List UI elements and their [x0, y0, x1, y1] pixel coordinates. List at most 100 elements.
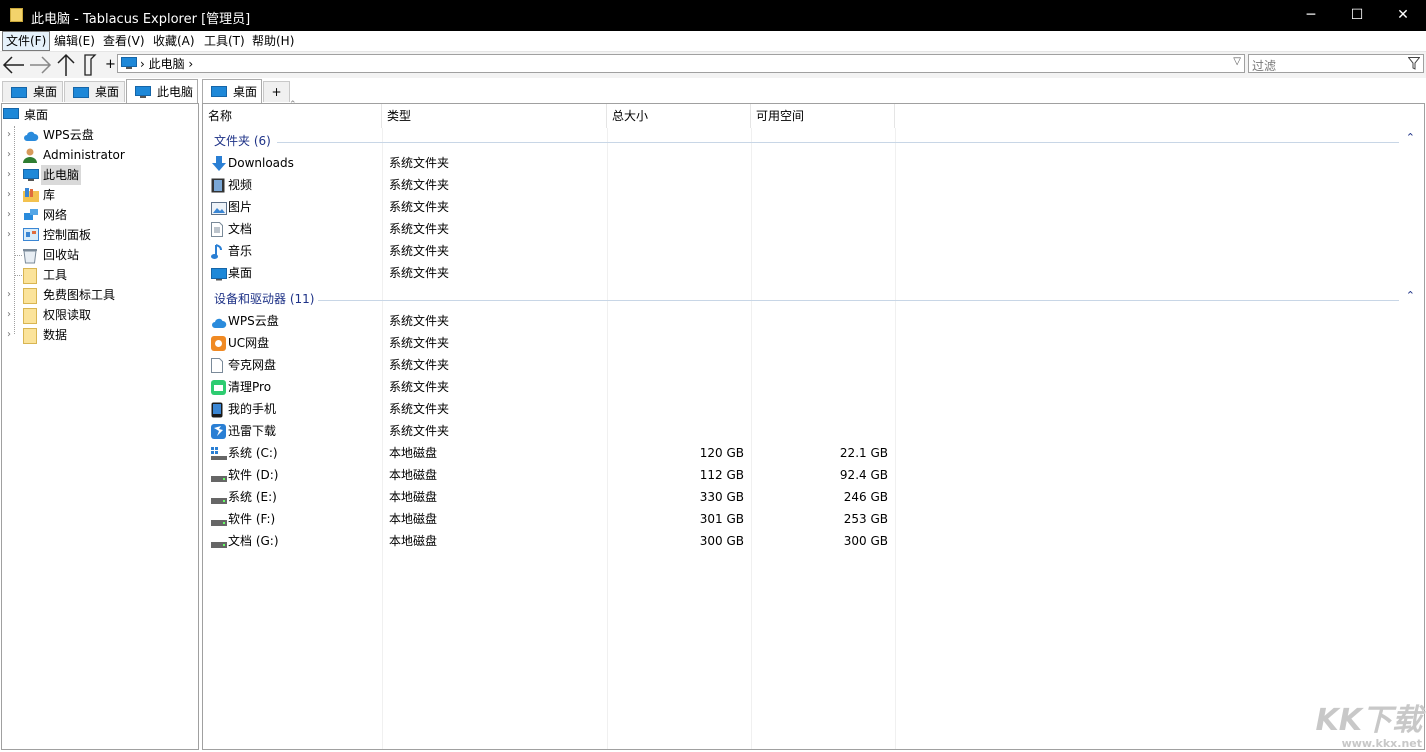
- file-name: 系统 (E:): [228, 490, 277, 504]
- menu-file[interactable]: 文件(F): [2, 31, 51, 51]
- total-size: 301 GB: [699, 512, 744, 526]
- column-header-free-space[interactable]: 可用空间: [751, 104, 895, 128]
- minimize-button[interactable]: ─: [1288, 0, 1334, 31]
- tab-this-pc[interactable]: 此电脑: [126, 79, 198, 103]
- tree-item[interactable]: › 数据: [3, 325, 193, 345]
- free-space: 92.4 GB: [839, 468, 888, 482]
- expand-chevron-icon[interactable]: ›: [7, 225, 11, 245]
- menu-favorites[interactable]: 收藏(A): [150, 32, 198, 50]
- file-name: 软件 (D:): [228, 468, 279, 482]
- close-button[interactable]: ✕: [1380, 0, 1426, 31]
- file-row[interactable]: 音乐 系统文件夹: [203, 240, 1421, 262]
- tree-item[interactable]: › 控制面板: [3, 225, 193, 245]
- file-row[interactable]: 系统 (C:) 本地磁盘 120 GB 22.1 GB: [203, 442, 1421, 464]
- tree-item[interactable]: › 网络: [3, 205, 193, 225]
- back-button[interactable]: [2, 53, 26, 77]
- expand-chevron-icon[interactable]: ›: [7, 125, 11, 145]
- expand-chevron-icon[interactable]: ›: [7, 165, 11, 185]
- free-space: 300 GB: [843, 534, 888, 548]
- file-row[interactable]: 图片 系统文件夹: [203, 196, 1421, 218]
- tree-item-desktop[interactable]: 桌面: [3, 105, 193, 125]
- tree-item[interactable]: › Administrator: [3, 145, 193, 165]
- expand-chevron-icon[interactable]: ›: [7, 285, 11, 305]
- tab-desktop[interactable]: 桌面: [202, 79, 262, 103]
- group-header[interactable]: 设备和驱动器 (11) ⌃: [203, 288, 1421, 308]
- collapse-caret-icon[interactable]: ⌃: [1406, 131, 1415, 144]
- file-name: WPS云盘: [228, 314, 279, 328]
- tree-label: 库: [43, 188, 56, 202]
- tree-item[interactable]: 回收站: [3, 245, 193, 265]
- file-name: 夸克网盘: [228, 358, 277, 372]
- new-tab-button[interactable]: [81, 53, 103, 77]
- tree-guide-line: [14, 275, 22, 276]
- file-name: 文档: [228, 222, 253, 236]
- file-row[interactable]: 迅雷下载 系统文件夹: [203, 420, 1421, 442]
- maximize-button[interactable]: ☐: [1334, 0, 1380, 31]
- expand-chevron-icon[interactable]: ›: [7, 185, 11, 205]
- add-button[interactable]: +: [105, 53, 116, 77]
- file-row[interactable]: Downloads 系统文件夹: [203, 152, 1421, 174]
- file-type: 系统文件夹: [389, 244, 450, 258]
- forward-button[interactable]: [28, 53, 52, 77]
- file-name: UC网盘: [228, 336, 270, 350]
- tree-item[interactable]: › 此电脑: [3, 165, 193, 185]
- file-type: 系统文件夹: [389, 156, 450, 170]
- expand-chevron-icon[interactable]: ›: [7, 145, 11, 165]
- tree-item[interactable]: › 权限读取: [3, 305, 193, 325]
- tab-desktop-1[interactable]: 桌面: [2, 81, 63, 102]
- tree-label: WPS云盘: [43, 128, 94, 142]
- back-arrow-icon: [2, 56, 24, 74]
- file-row[interactable]: 软件 (D:) 本地磁盘 112 GB 92.4 GB: [203, 464, 1421, 486]
- group-label: 设备和驱动器 (11): [214, 292, 315, 306]
- chevron-down-icon[interactable]: ▽: [1233, 56, 1241, 67]
- left-tab-strip: 桌面 桌面 此电脑: [1, 79, 199, 103]
- group-divider: [318, 300, 1399, 301]
- file-row[interactable]: 文档 系统文件夹: [203, 218, 1421, 240]
- right-tab-strip: 桌面 +: [202, 79, 1425, 103]
- group-header[interactable]: 文件夹 (6) ⌃: [203, 130, 1421, 150]
- file-type: 本地磁盘: [389, 468, 438, 482]
- file-name: 音乐: [228, 244, 253, 258]
- column-header-total-size[interactable]: 总大小: [607, 104, 751, 128]
- breadcrumb[interactable]: › 此电脑 ›: [140, 56, 193, 72]
- file-row[interactable]: 我的手机 系统文件夹: [203, 398, 1421, 420]
- file-type: 本地磁盘: [389, 446, 438, 460]
- menu-edit[interactable]: 编辑(E): [51, 32, 98, 50]
- tree-item[interactable]: › 库: [3, 185, 193, 205]
- file-row[interactable]: UC网盘 系统文件夹: [203, 332, 1421, 354]
- tree-item[interactable]: 工具: [3, 265, 193, 285]
- file-row[interactable]: 视频 系统文件夹: [203, 174, 1421, 196]
- tab-label: 桌面: [233, 85, 258, 99]
- tree-item[interactable]: › 免费图标工具: [3, 285, 193, 305]
- file-name: 视频: [228, 178, 253, 192]
- menu-bar: 文件(F) 编辑(E) 查看(V) 收藏(A) 工具(T) 帮助(H): [0, 31, 1426, 52]
- tree-item[interactable]: › WPS云盘: [3, 125, 193, 145]
- menu-help[interactable]: 帮助(H): [249, 32, 297, 50]
- file-row[interactable]: WPS云盘 系统文件夹: [203, 310, 1421, 332]
- menu-tools[interactable]: 工具(T): [201, 32, 248, 50]
- address-bar[interactable]: › 此电脑 › ▽: [117, 54, 1245, 73]
- file-row[interactable]: 文档 (G:) 本地磁盘 300 GB 300 GB: [203, 530, 1421, 552]
- desktop-icon: [73, 87, 89, 98]
- menu-view[interactable]: 查看(V): [100, 32, 148, 50]
- collapse-caret-icon[interactable]: ⌃: [1406, 289, 1415, 302]
- tree-label: Administrator: [43, 148, 125, 162]
- up-button[interactable]: [55, 53, 77, 77]
- expand-chevron-icon[interactable]: ›: [7, 325, 11, 345]
- filter-icon[interactable]: [1408, 57, 1420, 70]
- filter-input[interactable]: 过滤: [1248, 54, 1424, 73]
- tab-desktop-2[interactable]: 桌面: [64, 81, 125, 102]
- watermark: KK下载 www.kkx.net: [1316, 705, 1423, 751]
- free-space: 22.1 GB: [839, 446, 888, 460]
- expand-chevron-icon[interactable]: ›: [7, 305, 11, 325]
- file-row[interactable]: 软件 (F:) 本地磁盘 301 GB 253 GB: [203, 508, 1421, 530]
- expand-chevron-icon[interactable]: ›: [7, 205, 11, 225]
- file-row[interactable]: 桌面 系统文件夹: [203, 262, 1421, 284]
- column-header-type[interactable]: 类型: [382, 104, 607, 128]
- new-tab-plus-button[interactable]: +: [263, 81, 290, 102]
- file-row[interactable]: 系统 (E:) 本地磁盘 330 GB 246 GB: [203, 486, 1421, 508]
- tab-label: 桌面: [95, 85, 120, 99]
- file-row[interactable]: 清理Pro 系统文件夹: [203, 376, 1421, 398]
- tree-guide-line: [14, 255, 22, 256]
- file-row[interactable]: 夸克网盘 系统文件夹: [203, 354, 1421, 376]
